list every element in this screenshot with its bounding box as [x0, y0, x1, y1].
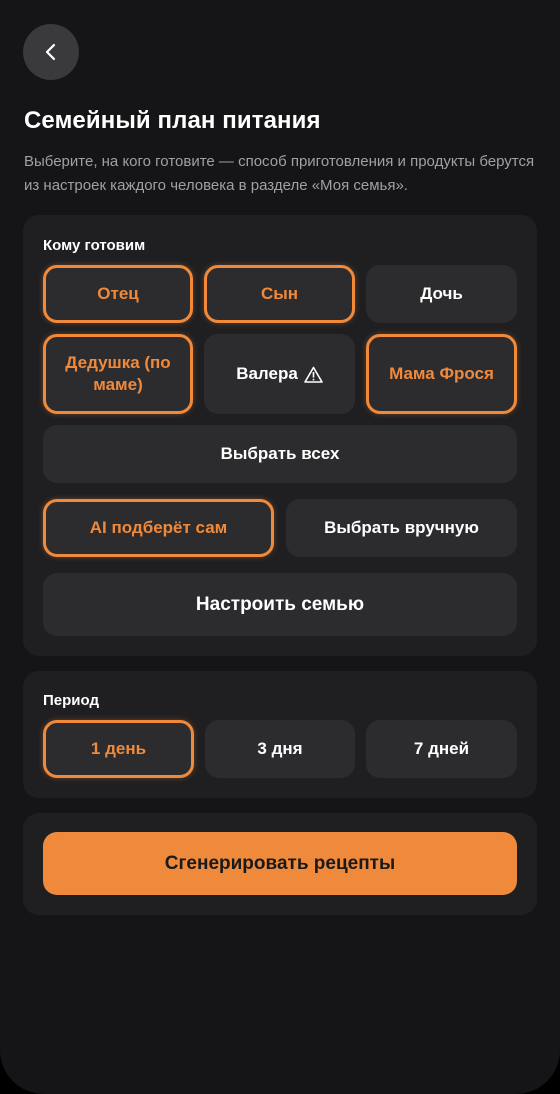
member-chip-doch[interactable]: Дочь [366, 265, 517, 323]
who-label: Кому готовим [43, 237, 146, 254]
back-button[interactable] [23, 24, 79, 80]
generate-recipes-button[interactable]: Сгенерировать рецепты [43, 832, 517, 895]
select-all-button[interactable]: Выбрать всех [43, 425, 517, 483]
mode-manual-button[interactable]: Выбрать вручную [286, 499, 517, 557]
member-chip-otets[interactable]: Отец [43, 265, 193, 323]
member-chip-mama-frosya[interactable]: Мама Фрося [366, 334, 517, 414]
member-chip-label: Мама Фрося [389, 364, 494, 383]
member-chip-dedushka[interactable]: Дедушка (по маме) [43, 334, 193, 414]
mode-label: Выбрать вручную [324, 518, 479, 537]
generate-card: Сгенерировать рецепты [23, 813, 537, 915]
member-chip-label: Дочь [420, 284, 463, 303]
configure-family-button[interactable]: Настроить семью [43, 573, 517, 636]
mode-ai-button[interactable]: AI подберёт сам [43, 499, 274, 557]
period-option-1-day[interactable]: 1 день [43, 720, 194, 778]
member-chip-label: Валера [236, 364, 298, 383]
who-card: Кому готовим Отец Сын Дочь Дедушка (по м… [23, 215, 537, 656]
member-chip-label: Отец [97, 284, 139, 303]
member-chip-syn[interactable]: Сын [204, 265, 355, 323]
period-card: Период 1 день 3 дня 7 дней [23, 671, 537, 798]
member-chip-label: Дедушка (по маме) [65, 353, 171, 394]
page-title: Семейный план питания [24, 107, 321, 134]
period-option-3-days[interactable]: 3 дня [205, 720, 355, 778]
member-chip-valera[interactable]: Валера [204, 334, 355, 414]
period-option-7-days[interactable]: 7 дней [366, 720, 517, 778]
period-option-label: 1 день [90, 739, 147, 758]
warning-icon [303, 366, 323, 383]
screen: Семейный план питания Выберите, на кого … [0, 0, 560, 1094]
period-option-label: 3 дня [257, 739, 303, 758]
page-subtitle: Выберите, на кого готовите — способ приг… [24, 153, 535, 194]
member-chip-label: Сын [260, 284, 299, 303]
period-label: Период [43, 692, 99, 709]
mode-label: AI подберёт сам [89, 518, 228, 537]
chevron-left-icon [45, 43, 56, 61]
period-option-label: 7 дней [413, 739, 470, 758]
